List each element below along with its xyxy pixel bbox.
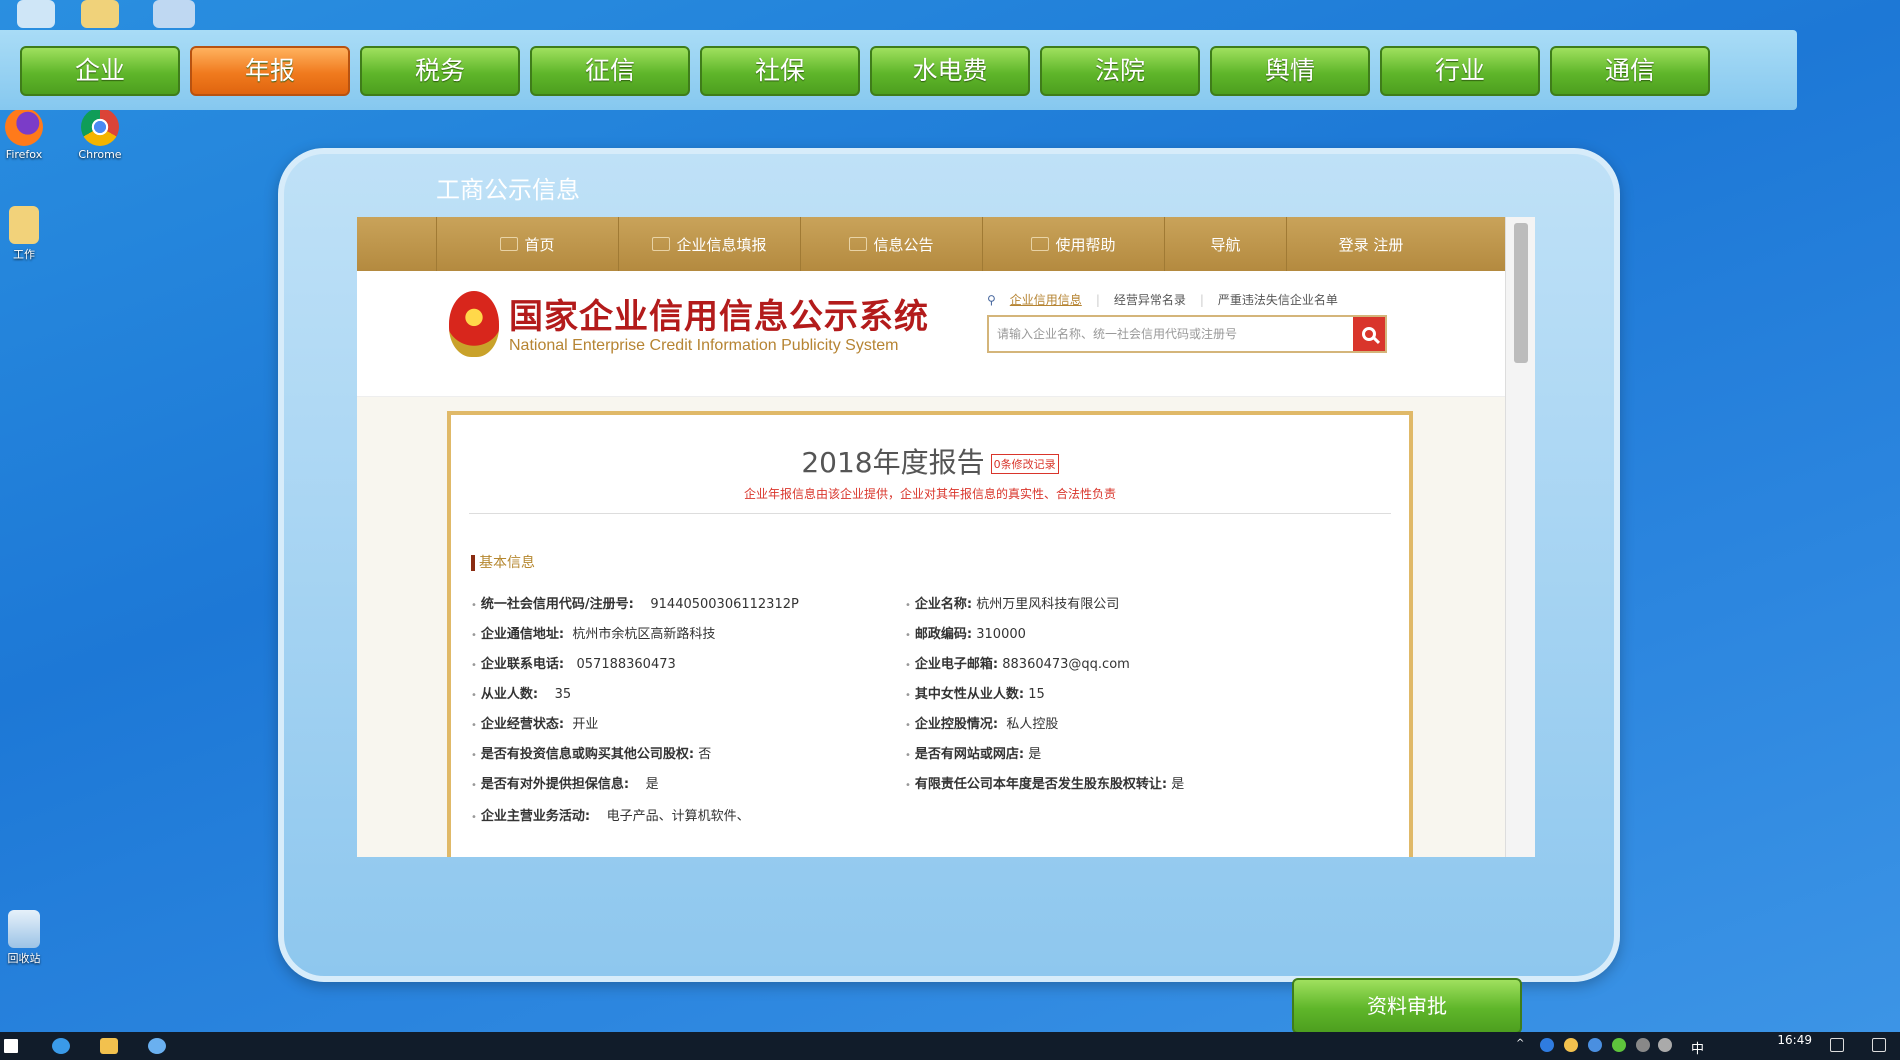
- site-nav: 首页 企业信息填报 信息公告 使用帮助 导航 登录 注册: [357, 217, 1535, 271]
- tab-industry[interactable]: 行业: [1380, 46, 1540, 96]
- edit-icon: [652, 237, 671, 251]
- field-equity-transfer: 有限责任公司本年度是否发生股东股权转让: 是: [905, 773, 1184, 792]
- field-female-employees: 其中女性从业人数: 15: [905, 683, 1045, 702]
- field-investment-info: 是否有投资信息或购买其他公司股权: 否: [471, 743, 711, 762]
- tray-network-icon[interactable]: [1636, 1038, 1650, 1052]
- tab-public-opinion[interactable]: 舆情: [1210, 46, 1370, 96]
- desktop-icon-chrome[interactable]: Chrome: [70, 108, 130, 161]
- search-input[interactable]: 请输入企业名称、统一社会信用代码或注册号: [989, 317, 1353, 351]
- site-nav-help[interactable]: 使用帮助: [983, 217, 1165, 271]
- document-icon: [849, 237, 868, 251]
- notes-icon[interactable]: [1830, 1038, 1844, 1052]
- ie-browser-icon[interactable]: [52, 1038, 70, 1054]
- report-title: 2018年度报告 0条修改记录: [451, 441, 1409, 481]
- field-postcode: 邮政编码: 310000: [905, 623, 1026, 642]
- site-nav-home[interactable]: 首页: [437, 217, 619, 271]
- section-basic-info: 基本信息: [471, 555, 535, 571]
- desktop-icon-work[interactable]: 工作: [0, 206, 54, 262]
- site-title-cn: 国家企业信用信息公示系统: [509, 297, 929, 337]
- tab-annual-report[interactable]: 年报: [190, 46, 350, 96]
- notification-center-icon[interactable]: [1872, 1038, 1886, 1052]
- tab-tax[interactable]: 税务: [360, 46, 520, 96]
- firefox-icon: [5, 108, 43, 146]
- report-disclaimer: 企业年报信息由该企业提供，企业对其年报信息的真实性、合法性负责: [743, 487, 1116, 501]
- desktop-icon-top-3[interactable]: [144, 0, 204, 30]
- top-nav-bar: 企业 年报 税务 征信 社保 水电费 法院 舆情 行业 通信: [0, 30, 1797, 110]
- field-operating-status: 企业经营状态: 开业: [471, 713, 598, 732]
- desktop-icon-top-2[interactable]: [70, 0, 130, 30]
- search-category-links: ⚲ 企业信用信息 | 经营异常名录 | 严重违法失信企业名单: [987, 291, 1338, 308]
- annual-report-card: 2018年度报告 0条修改记录 企业年报信息由该企业提供，企业对其年报信息的真实性…: [447, 411, 1413, 857]
- site-nav-announcements[interactable]: 信息公告: [801, 217, 983, 271]
- search-button[interactable]: [1353, 317, 1385, 351]
- folder-icon: [9, 206, 39, 244]
- taskbar-clock[interactable]: 16:49: [1777, 1034, 1812, 1047]
- field-main-business: 企业主营业务活动: 电子产品、计算机软件、: [471, 805, 750, 824]
- chrome-icon: [81, 108, 119, 146]
- tab-communication[interactable]: 通信: [1550, 46, 1710, 96]
- site-header: 国家企业信用信息公示系统 National Enterprise Credit …: [357, 271, 1535, 397]
- field-credit-code: 统一社会信用代码/注册号: 91440500306112312P: [471, 593, 799, 612]
- field-email: 企业电子邮箱: 88360473@qq.com: [905, 653, 1130, 672]
- tray-security-icon[interactable]: [1588, 1038, 1602, 1052]
- divider: [469, 513, 1391, 514]
- tab-credit[interactable]: 征信: [530, 46, 690, 96]
- site-title-en: National Enterprise Credit Information P…: [509, 337, 899, 354]
- panel-title: 工商公示信息: [436, 176, 580, 204]
- tray-ime-indicator[interactable]: 中: [1691, 1038, 1704, 1057]
- desktop-icon-top-1[interactable]: [6, 0, 66, 30]
- browser-scrollbar[interactable]: [1505, 217, 1535, 857]
- page-body: 2018年度报告 0条修改记录 企业年报信息由该企业提供，企业对其年报信息的真实性…: [357, 397, 1535, 857]
- field-guarantee-info: 是否有对外提供担保信息: 是: [471, 773, 659, 792]
- field-phone: 企业联系电话: 057188360473: [471, 653, 676, 672]
- link-dishonest-list[interactable]: 严重违法失信企业名单: [1218, 291, 1338, 308]
- home-icon: [500, 237, 519, 251]
- desktop-icon-recycle-bin[interactable]: 回收站: [0, 910, 54, 966]
- tray-bluetooth-icon[interactable]: [1540, 1038, 1554, 1052]
- site-nav-fill-info[interactable]: 企业信息填报: [619, 217, 801, 271]
- field-website: 是否有网站或网店: 是: [905, 743, 1041, 762]
- search-box: 请输入企业名称、统一社会信用代码或注册号: [987, 315, 1387, 353]
- magnifier-icon: [1362, 327, 1376, 341]
- speaker-icon: [1031, 237, 1050, 251]
- tab-enterprise[interactable]: 企业: [20, 46, 180, 96]
- embedded-browser: 首页 企业信息填报 信息公告 使用帮助 导航 登录 注册 国家企业信用信息公示系…: [357, 217, 1535, 857]
- field-holding: 企业控股情况: 私人控股: [905, 713, 1058, 732]
- tray-chevron-up-icon[interactable]: ^: [1516, 1038, 1530, 1052]
- recycle-bin-icon: [8, 910, 40, 948]
- field-employees: 从业人数: 35: [471, 683, 571, 702]
- tray-wechat-icon[interactable]: [1612, 1038, 1626, 1052]
- tab-court[interactable]: 法院: [1040, 46, 1200, 96]
- tab-utilities[interactable]: 水电费: [870, 46, 1030, 96]
- field-address: 企业通信地址: 杭州市余杭区高新路科技: [471, 623, 715, 642]
- scrollbar-thumb[interactable]: [1514, 223, 1528, 363]
- tab-social-security[interactable]: 社保: [700, 46, 860, 96]
- file-explorer-icon[interactable]: [100, 1038, 118, 1054]
- site-nav-navigation[interactable]: 导航: [1165, 217, 1287, 271]
- site-nav-login-register[interactable]: 登录 注册: [1287, 217, 1455, 271]
- national-emblem-icon: [449, 291, 499, 357]
- desktop-icon-firefox[interactable]: Firefox: [0, 108, 54, 161]
- windows-start-icon[interactable]: [4, 1039, 18, 1053]
- link-credit-info[interactable]: 企业信用信息: [1010, 291, 1082, 308]
- tray-app-icon[interactable]: [1564, 1038, 1578, 1052]
- tray-volume-icon[interactable]: [1658, 1038, 1672, 1052]
- globe-icon[interactable]: [148, 1038, 166, 1054]
- approve-materials-button[interactable]: 资料审批: [1292, 978, 1522, 1034]
- link-abnormal-list[interactable]: 经营异常名录: [1114, 291, 1186, 308]
- modification-record-tag[interactable]: 0条修改记录: [990, 454, 1059, 474]
- field-company-name: 企业名称: 杭州万里风科技有限公司: [905, 593, 1119, 612]
- taskbar: ^ 中 16:49: [0, 1032, 1900, 1060]
- search-icon: ⚲: [987, 292, 996, 307]
